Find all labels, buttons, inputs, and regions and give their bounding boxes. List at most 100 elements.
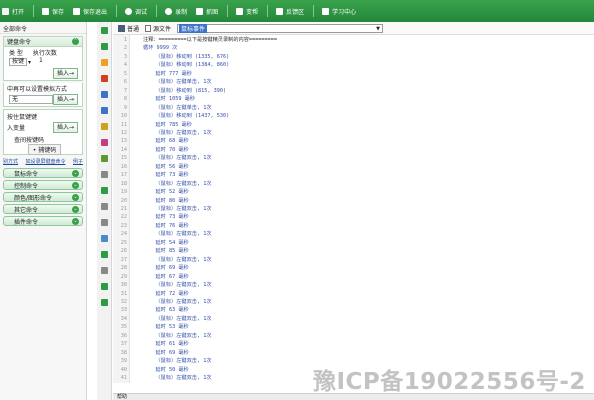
link-example[interactable]: 例子	[73, 158, 83, 165]
chevron-down-icon[interactable]: ▼	[376, 26, 380, 32]
link-method[interactable]: 别方式	[3, 158, 18, 165]
expand-icon[interactable]: ⌄	[72, 206, 79, 213]
code-line[interactable]: 18 〈鼠标〉左键双击, 1次	[113, 180, 594, 188]
chevron-down-icon[interactable]: ▾	[28, 59, 31, 66]
code-line[interactable]: 20 延时 80 毫秒	[113, 197, 594, 205]
toolbar-button-7[interactable]: 反馈区	[276, 7, 304, 16]
tool-icon[interactable]	[100, 203, 108, 210]
code-text: 〈鼠标〉左键双击, 1次	[143, 155, 212, 162]
key-insert-button[interactable]: 插入→	[52, 94, 78, 105]
tool-icon[interactable]	[100, 91, 108, 98]
code-line[interactable]: 14 延时 70 毫秒	[113, 146, 594, 154]
tool-icon[interactable]	[100, 43, 108, 50]
expand-icon[interactable]: ⌄	[72, 194, 79, 201]
code-line[interactable]: 28 延时 69 毫秒	[113, 264, 594, 272]
toolbar-button-5[interactable]: 抓图	[196, 7, 218, 16]
command-category-button[interactable]: 其它命令 ⌄	[3, 204, 83, 214]
code-line[interactable]: 34 〈鼠标〉左键双击, 1次	[113, 315, 594, 323]
code-line[interactable]: 31 延时 72 毫秒	[113, 290, 594, 298]
code-line[interactable]: 9 〈鼠标〉左键单击, 1次	[113, 104, 594, 112]
code-line[interactable]: 38 延时 69 毫秒	[113, 349, 594, 357]
expand-icon[interactable]: ⌄	[72, 170, 79, 177]
expand-icon[interactable]: ⌄	[72, 182, 79, 189]
command-category-button[interactable]: 控制命令 ⌄	[3, 180, 83, 190]
tool-icon[interactable]	[100, 107, 108, 114]
tool-icon[interactable]	[100, 59, 108, 66]
code-line[interactable]: 7 〈鼠标〉移动到 (815, 390)	[113, 87, 594, 95]
code-line[interactable]: 5 延时 777 毫秒	[113, 70, 594, 78]
code-line[interactable]: 26 延时 85 毫秒	[113, 247, 594, 255]
tool-icon[interactable]	[100, 219, 108, 226]
code-line[interactable]: 29 延时 67 毫秒	[113, 273, 594, 281]
tool-icon[interactable]	[100, 27, 108, 34]
code-line[interactable]: 4 〈鼠标〉移动到 (1384, 860)	[113, 61, 594, 69]
code-line[interactable]: 33 延时 63 毫秒	[113, 306, 594, 314]
normal-view-button[interactable]: 普通	[118, 24, 139, 33]
code-line[interactable]: 2 循环 9999 次	[113, 44, 594, 52]
code-line[interactable]: 32 〈鼠标〉左键双击, 1次	[113, 298, 594, 306]
code-line[interactable]: 22 延时 73 毫秒	[113, 213, 594, 221]
key-input[interactable]: 无	[9, 95, 53, 104]
code-line[interactable]: 21 〈鼠标〉左键双击, 1次	[113, 205, 594, 213]
tool-icon[interactable]	[100, 299, 108, 306]
code-line[interactable]: 15 〈鼠标〉左键双击, 1次	[113, 154, 594, 162]
keyboard-insert-button[interactable]: 插入→	[52, 68, 78, 79]
code-line[interactable]: 25 延时 54 毫秒	[113, 239, 594, 247]
code-line[interactable]: 6 〈鼠标〉左键单击, 1次	[113, 78, 594, 86]
code-line[interactable]: 11 延时 785 毫秒	[113, 121, 594, 129]
toolbar-button-3[interactable]: 调试	[125, 7, 147, 16]
tool-icon[interactable]	[100, 267, 108, 274]
times-input[interactable]: 1	[37, 58, 45, 66]
command-category-button[interactable]: 鼠标命令 ⌄	[3, 168, 83, 178]
toolbar-button-8[interactable]: 学习中心	[322, 7, 356, 16]
link-record-keyboard[interactable]: 如设录屏键盘命令	[25, 158, 65, 165]
event-dropdown[interactable]: 鼠标事件 ▼	[177, 23, 384, 33]
tool-icon[interactable]	[100, 235, 108, 242]
toolbar-button-0[interactable]: 打开	[2, 7, 24, 16]
toolbar-button-4[interactable]: 录制	[165, 7, 187, 16]
code-line[interactable]: 30 〈鼠标〉左键双击, 1次	[113, 281, 594, 289]
code-line[interactable]: 10 〈鼠标〉移动到 (1437, 530)	[113, 112, 594, 120]
capture-key-button[interactable]: • 捕键码	[27, 143, 62, 155]
keyboard-command-header[interactable]: 键盘命令 ⌃	[4, 37, 82, 47]
collapse-icon[interactable]: ⌃	[72, 38, 79, 45]
command-category-label: 插件命令	[14, 218, 39, 226]
sequence-row: 入变量 插入→	[4, 121, 82, 134]
tool-icon[interactable]	[100, 139, 108, 146]
tool-icon[interactable]	[100, 187, 108, 194]
code-line[interactable]: 19 延时 52 毫秒	[113, 188, 594, 196]
code-line[interactable]: 23 延时 76 毫秒	[113, 222, 594, 230]
code-line[interactable]: 12 〈鼠标〉左键双击, 1次	[113, 129, 594, 137]
toolbar-button-2[interactable]: 保存退出	[73, 7, 107, 16]
code-line[interactable]: 37 延时 61 毫秒	[113, 340, 594, 348]
code-line[interactable]: 16 延时 56 毫秒	[113, 163, 594, 171]
code-line[interactable]: 35 延时 53 毫秒	[113, 323, 594, 331]
code-line[interactable]: 27 〈鼠标〉左键双击, 1次	[113, 256, 594, 264]
code-line[interactable]: 24 〈鼠标〉左键双击, 1次	[113, 230, 594, 238]
key-type-select[interactable]: 按键	[9, 58, 28, 66]
tool-icon[interactable]	[100, 123, 108, 130]
command-category-button[interactable]: 插件命令 ⌄	[3, 216, 83, 226]
script-editor[interactable]: 1 注释：=========以下是按键精灵录制的内容========= 2 循环 99…	[113, 35, 594, 383]
gear-icon	[236, 7, 244, 15]
sequence-insert-button[interactable]: 插入→	[52, 122, 78, 133]
toolbar-button-6[interactable]: 变帮	[236, 7, 258, 16]
line-number: 32	[120, 298, 127, 305]
code-line[interactable]: 8 延时 1059 毫秒	[113, 95, 594, 103]
source-view-button[interactable]: 源文件	[145, 24, 171, 33]
tool-icon[interactable]	[100, 251, 108, 258]
code-line[interactable]: 1 注释：=========以下是按键精灵录制的内容=========	[113, 36, 594, 44]
code-line[interactable]: 13 延时 68 毫秒	[113, 137, 594, 145]
tool-icon[interactable]	[100, 171, 108, 178]
tool-icon[interactable]	[100, 75, 108, 82]
line-number: 26	[120, 248, 127, 255]
code-text: 延时 73 毫秒	[143, 214, 189, 221]
code-line[interactable]: 36 〈鼠标〉左键双击, 1次	[113, 332, 594, 340]
command-category-button[interactable]: 颜色/图形命令 ⌄	[3, 192, 83, 202]
tool-icon[interactable]	[100, 283, 108, 290]
toolbar-button-1[interactable]: 保存	[42, 7, 64, 16]
expand-icon[interactable]: ⌄	[72, 218, 79, 225]
code-line[interactable]: 3 〈鼠标〉移动到 (1335, 676)	[113, 53, 594, 61]
code-line[interactable]: 17 延时 73 毫秒	[113, 171, 594, 179]
tool-icon[interactable]	[100, 155, 108, 162]
